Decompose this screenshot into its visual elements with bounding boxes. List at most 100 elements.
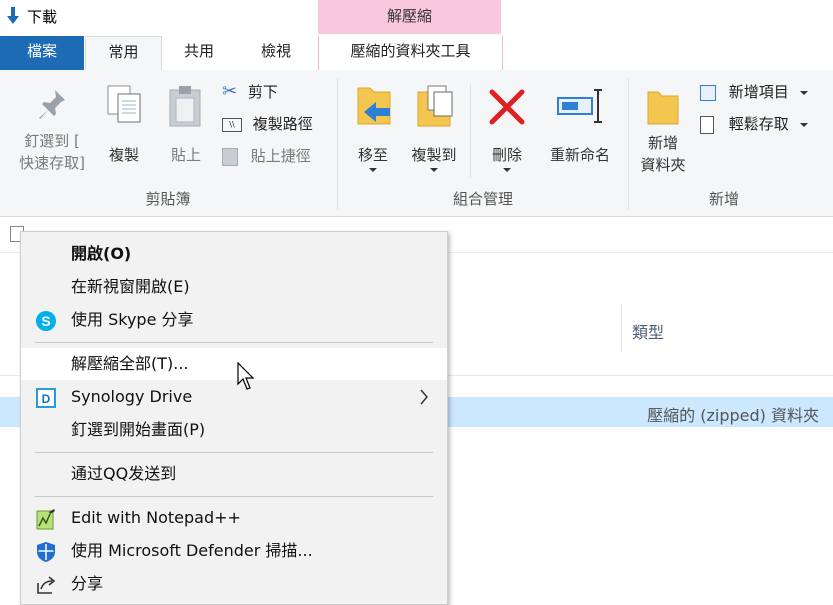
copy-to-button[interactable]: 複製到 <box>404 82 464 178</box>
skype-icon: S <box>36 311 56 331</box>
pin-quick-access-label: 釘選到 [ 快速存取] <box>19 132 85 172</box>
mouse-cursor-icon <box>237 362 255 390</box>
rename-icon <box>557 89 602 123</box>
menu-item-notepad-label: Edit with Notepad++ <box>71 508 241 527</box>
new-item-button[interactable]: 新增項目 <box>700 80 830 104</box>
copy-to-icon <box>417 85 453 127</box>
menu-item-open[interactable]: 開啟(O) <box>21 238 447 270</box>
tab-home-label: 常用 <box>108 43 139 61</box>
context-tab-label: 解壓縮 <box>386 7 432 25</box>
rename-button[interactable]: 重新命名 <box>540 82 620 178</box>
new-folder-label: 新增 資料夾 <box>640 134 686 174</box>
chevron-down-icon <box>369 168 377 172</box>
paste-button[interactable]: 貼上 <box>160 82 212 172</box>
menu-item-extract-all[interactable]: 解壓縮全部(T)... <box>21 348 447 380</box>
copy-path-icon: \\ <box>222 117 242 132</box>
menu-separator <box>35 342 433 343</box>
delete-label: 刪除 <box>491 146 522 164</box>
tab-home[interactable]: 常用 <box>85 36 162 72</box>
chevron-down-icon <box>430 168 438 172</box>
scissors-icon: ✂ <box>222 81 238 102</box>
easy-access-icon <box>700 115 714 134</box>
menu-item-open-new-window-label: 在新視窗開啟(E) <box>71 277 190 296</box>
cut-button[interactable]: ✂ 剪下 <box>222 80 332 104</box>
easy-access-label: 輕鬆存取 <box>728 115 789 133</box>
menu-item-defender-label: 使用 Microsoft Defender 掃描... <box>71 541 313 560</box>
menu-item-skype-share-label: 使用 Skype 分享 <box>71 310 194 329</box>
menu-item-defender[interactable]: 使用 Microsoft Defender 掃描... <box>21 535 447 567</box>
column-header-type[interactable]: 類型 <box>632 319 664 343</box>
paste-label: 貼上 <box>170 146 201 164</box>
new-folder-button[interactable]: 新增 資料夾 <box>632 82 694 182</box>
easy-access-button[interactable]: 輕鬆存取 <box>700 112 830 136</box>
group-divider <box>470 84 471 178</box>
copy-path-label: 複製路徑 <box>252 115 313 133</box>
move-to-label: 移至 <box>357 146 388 164</box>
move-to-button[interactable]: 移至 <box>348 82 398 178</box>
defender-shield-icon <box>37 542 55 562</box>
tab-file[interactable]: 檔案 <box>0 36 84 70</box>
svg-text:S: S <box>41 313 50 329</box>
menu-item-synology-drive-label: Synology Drive <box>71 387 193 406</box>
organize-group-label: 組合管理 <box>452 190 513 208</box>
paste-shortcut-icon <box>222 147 238 166</box>
pin-icon <box>39 90 65 119</box>
chevron-right-icon <box>420 389 428 405</box>
paste-icon <box>169 86 201 127</box>
menu-item-open-label: 開啟(O) <box>71 244 132 263</box>
menu-item-pin-start[interactable]: 釘選到開始畫面(P) <box>21 414 447 446</box>
tab-share-label: 共用 <box>183 42 214 60</box>
copy-to-label: 複製到 <box>411 146 457 164</box>
menu-item-notepad[interactable]: Edit with Notepad++ <box>21 502 447 534</box>
menu-separator <box>35 496 433 497</box>
menu-item-open-new-window[interactable]: 在新視窗開啟(E) <box>21 271 447 303</box>
menu-separator <box>35 452 433 453</box>
tab-view[interactable]: 檢視 <box>238 36 314 70</box>
move-to-icon <box>357 87 391 125</box>
share-icon <box>37 576 56 594</box>
clipboard-group-label: 剪貼簿 <box>145 190 191 208</box>
copy-button[interactable]: 複製 <box>100 82 148 172</box>
new-folder-icon <box>647 91 679 125</box>
chevron-down-icon <box>799 90 808 95</box>
menu-item-extract-all-label: 解壓縮全部(T)... <box>71 354 189 373</box>
context-menu: 開啟(O) 在新視窗開啟(E) S 使用 Skype 分享 解壓縮全部(T)..… <box>20 231 448 605</box>
row-type-cell: 壓縮的 (zipped) 資料夾 <box>647 406 819 425</box>
cut-label: 剪下 <box>247 83 278 101</box>
menu-item-share-label: 分享 <box>71 574 104 593</box>
menu-item-synology-drive[interactable]: D Synology Drive <box>21 381 447 413</box>
tab-file-label: 檔案 <box>26 42 57 60</box>
chevron-down-icon <box>799 122 808 127</box>
rename-label: 重新命名 <box>549 146 610 164</box>
menu-item-skype-share[interactable]: S 使用 Skype 分享 <box>21 304 447 336</box>
new-group-label: 新增 <box>708 190 739 208</box>
copy-icon <box>107 85 141 123</box>
pin-quick-access-button[interactable]: 釘選到 [ 快速存取] <box>5 86 99 182</box>
delete-button[interactable]: 刪除 <box>482 82 532 178</box>
new-item-label: 新增項目 <box>728 83 789 101</box>
copy-path-button[interactable]: \\ 複製路徑 <box>222 112 332 136</box>
tab-compressed-tools-label: 壓縮的資料夾工具 <box>350 42 471 60</box>
download-arrow-icon <box>7 7 19 24</box>
menu-item-send-qq[interactable]: 通过QQ发送到 <box>21 458 447 490</box>
menu-item-send-qq-label: 通过QQ发送到 <box>71 464 177 483</box>
menu-item-share[interactable]: 分享 <box>21 568 447 600</box>
paste-shortcut-label: 貼上捷徑 <box>250 147 311 165</box>
menu-item-pin-start-label: 釘選到開始畫面(P) <box>71 420 206 439</box>
tab-compressed-tools[interactable]: 壓縮的資料夾工具 <box>318 36 503 70</box>
column-divider <box>621 305 622 351</box>
paste-shortcut-button[interactable]: 貼上捷徑 <box>222 144 332 168</box>
new-item-icon <box>700 84 716 101</box>
context-tab-header: 解壓縮 <box>318 0 501 34</box>
window-title: 下載 <box>27 8 58 26</box>
synology-drive-icon: D <box>36 388 56 408</box>
ribbon: 釘選到 [ 快速存取] 複製 貼上 ✂ 剪下 \\ 複製路徑 貼上捷徑 剪貼簿 <box>0 70 833 217</box>
copy-label: 複製 <box>108 146 139 164</box>
notepad-plus-plus-icon <box>36 509 55 530</box>
svg-text:D: D <box>42 392 51 406</box>
column-header-type-label: 類型 <box>632 323 665 342</box>
delete-x-icon <box>489 89 525 125</box>
tab-share[interactable]: 共用 <box>162 36 236 70</box>
tab-view-label: 檢視 <box>260 42 291 60</box>
chevron-down-icon <box>503 168 511 172</box>
